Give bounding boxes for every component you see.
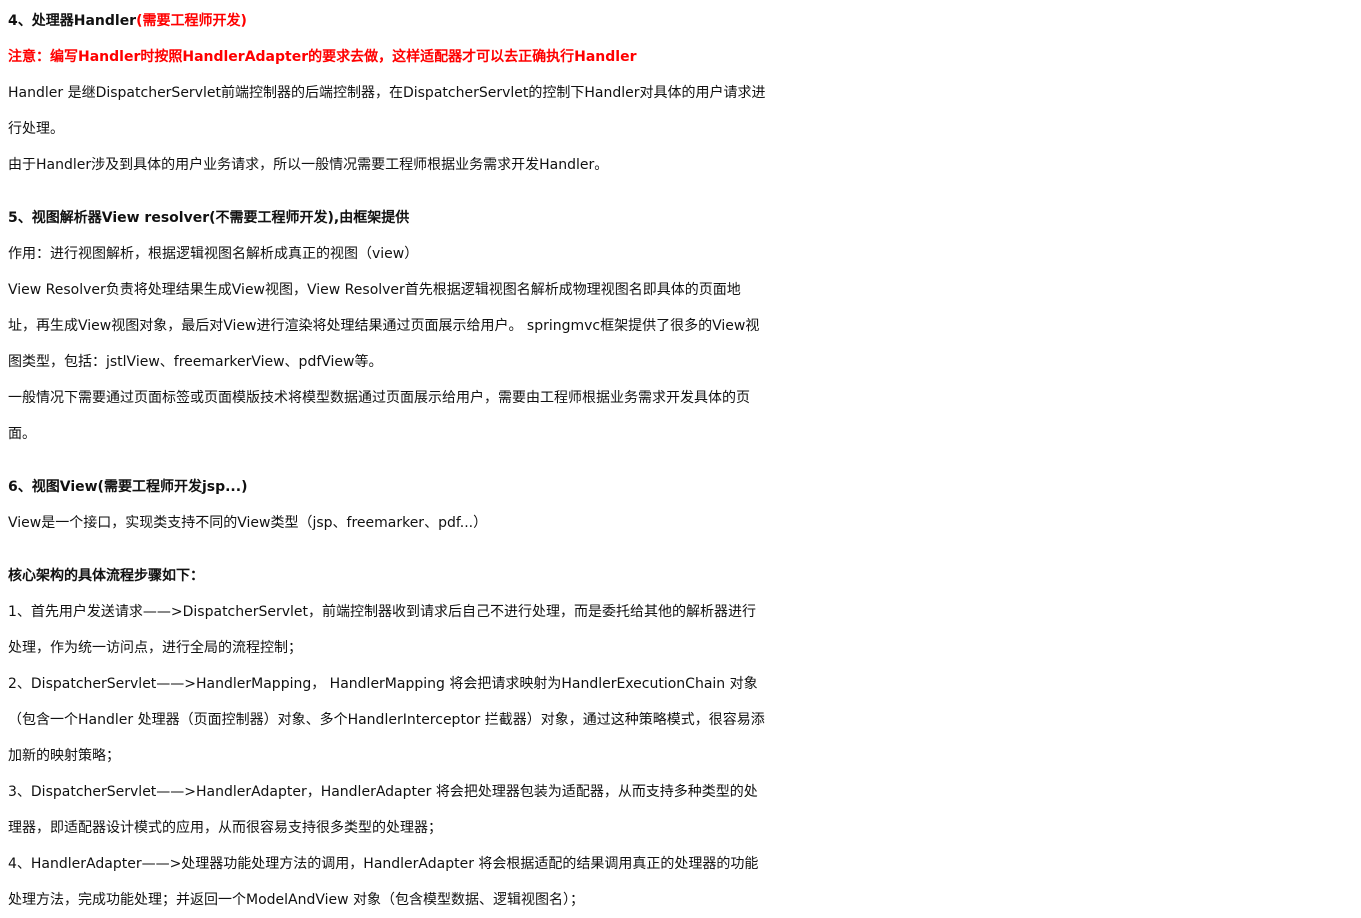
section5-heading: 5、视图解析器View resolver(不需要工程师开发),由框架提供 — [8, 210, 410, 226]
section5-para1: 作用：进行视图解析，根据逻辑视图名解析成真正的视图（view） — [8, 246, 419, 262]
section4-notice: 注意：编写Handler时按照HandlerAdapter的要求去做，这样适配器… — [8, 49, 637, 65]
section5-para2-line1: View Resolver负责将处理结果生成View视图，View Resolv… — [8, 282, 741, 298]
section5-para3-line2: 面。 — [8, 426, 36, 442]
section4-para1-line2: 行处理。 — [8, 121, 64, 137]
flow-step4-line1: 4、HandlerAdapter——>处理器功能处理方法的调用，HandlerA… — [8, 856, 759, 872]
flow-step3-line1: 3、DispatcherServlet——>HandlerAdapter，Han… — [8, 784, 758, 800]
section6-para1: View是一个接口，实现类支持不同的View类型（jsp、freemarker、… — [8, 515, 488, 531]
flow-step1-line1: 1、首先用户发送请求——>DispatcherServlet，前端控制器收到请求… — [8, 604, 757, 620]
section4-heading: 4、处理器Handler — [8, 13, 137, 29]
section4-para2: 由于Handler涉及到具体的用户业务请求，所以一般情况需要工程师根据业务需求开… — [8, 157, 609, 173]
section5-para2-line2: 址，再生成View视图对象，最后对View进行渲染将处理结果通过页面展示给用户。… — [8, 318, 760, 334]
section5-para2-line3: 图类型，包括：jstlView、freemarkerView、pdfView等。 — [8, 354, 383, 370]
section6-heading: 6、视图View(需要工程师开发jsp...) — [8, 479, 248, 495]
section4-heading-note: (需要工程师开发) — [136, 13, 247, 29]
flow-heading: 核心架构的具体流程步骤如下： — [8, 568, 204, 584]
flow-step1-line2: 处理，作为统一访问点，进行全局的流程控制； — [8, 640, 302, 656]
flow-step2-line1: 2、DispatcherServlet——>HandlerMapping， Ha… — [8, 676, 758, 692]
flow-step2-line2: （包含一个Handler 处理器（页面控制器）对象、多个HandlerInter… — [8, 712, 765, 728]
flow-step4-line2: 处理方法，完成功能处理；并返回一个ModelAndView 对象（包含模型数据、… — [8, 892, 585, 908]
flow-step2-line3: 加新的映射策略； — [8, 748, 120, 764]
section4-heading-line: 4、处理器Handler(需要工程师开发) — [8, 3, 1361, 39]
flow-step3-line2: 理器，即适配器设计模式的应用，从而很容易支持很多类型的处理器； — [8, 820, 442, 836]
section4-para1-line1: Handler 是继DispatcherServlet前端控制器的后端控制器，在… — [8, 85, 766, 101]
document-page: 4、处理器Handler(需要工程师开发) 注意：编写Handler时按照Han… — [0, 0, 1361, 917]
section5-para3-line1: 一般情况下需要通过页面标签或页面模版技术将模型数据通过页面展示给用户，需要由工程… — [8, 390, 750, 406]
